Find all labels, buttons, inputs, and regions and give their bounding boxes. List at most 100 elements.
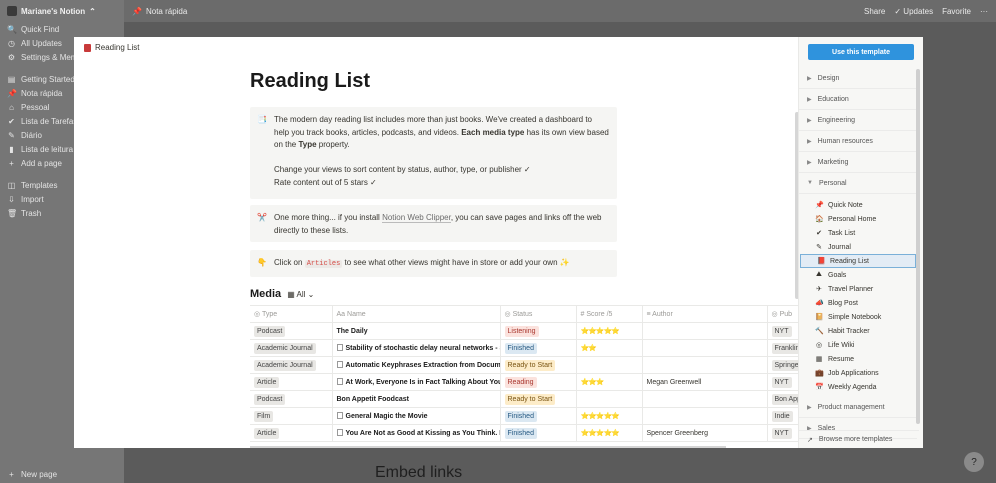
column-header-publisher[interactable]: ◎ Pub [767,305,801,323]
pointing-down-icon: 👇 [257,258,267,267]
column-header-author[interactable]: ≡ Author [642,305,768,323]
use-template-button[interactable]: Use this template [808,44,914,60]
status-cell[interactable]: Ready to Start [500,356,577,374]
status-cell[interactable]: Finished [500,339,577,357]
template-item-quick-note[interactable]: 📌 Quick Note [799,198,917,212]
template-item-blog-post[interactable]: 📣 Blog Post [799,296,917,310]
score-cell[interactable] [576,356,643,374]
publisher-cell[interactable]: Springer [767,356,801,374]
author-cell[interactable]: Megan Greenwell [642,373,768,391]
name-cell[interactable]: General Magic the Movie [332,407,501,425]
chevron-updown-icon: ⌃ [89,6,96,16]
template-item-life-wiki[interactable]: ◎ Life Wiki [799,338,917,352]
template-item-travel-planner[interactable]: ✈ Travel Planner [799,282,917,296]
column-header-type[interactable]: ◎ Type [250,305,333,323]
type-cell[interactable]: Academic Journal [250,339,333,357]
name-cell[interactable]: Stability of stochastic delay neural net… [332,339,501,357]
template-item-reading-list[interactable]: 📕 Reading List [800,254,916,268]
template-category-human-resources[interactable]: ▶ Human resources [799,131,917,152]
breadcrumb[interactable]: Nota rápida [146,7,187,16]
publisher-cell[interactable]: Bon Appetit [767,390,801,408]
template-category-personal[interactable]: ▼ Personal [799,173,917,194]
template-category-education[interactable]: ▶ Education [799,89,917,110]
workspace-switcher[interactable]: Mariane's Notion ⌃ [0,0,124,22]
status-cell[interactable]: Listening [500,322,577,340]
template-label: Job Applications [828,369,879,377]
status-cell[interactable]: Finished [500,424,577,442]
status-cell[interactable]: Finished [500,407,577,425]
more-button[interactable]: ··· [980,7,988,16]
name-text: You Are Not as Good at Kissing as You Th… [345,430,500,437]
table-horizontal-scrollbar[interactable] [250,446,726,448]
type-cell[interactable]: Article [250,424,333,442]
column-header-name[interactable]: Aa Name [332,305,501,323]
sidebar-page-label: Nota rápida [21,88,63,98]
sidebar-item-quick-find[interactable]: 🔍 Quick Find [0,22,124,36]
author-cell[interactable] [642,322,768,340]
table-row[interactable]: Film General Magic the Movie Finished ⭐⭐⭐⭐⭐… [250,407,801,425]
publisher-cell[interactable]: Franklin [767,339,801,357]
template-category-marketing[interactable]: ▶ Marketing [799,152,917,173]
name-cell[interactable]: You Are Not as Good at Kissing as You Th… [332,424,501,442]
browse-templates-link[interactable]: ↗ Browse more templates [799,430,919,448]
table-row[interactable]: Article At Work, Everyone Is in Fact Talk… [250,373,801,391]
help-button[interactable]: ? [964,452,984,472]
column-header-status[interactable]: ◎ Status [500,305,577,323]
template-item-habit-tracker[interactable]: 🔨 Habit Tracker [799,324,917,338]
author-cell[interactable] [642,407,768,425]
type-cell[interactable]: Film [250,407,333,425]
template-item-personal-home[interactable]: 🏠 Personal Home [799,212,917,226]
name-cell[interactable]: Automatic Keyphrases Extraction from Doc… [332,356,501,374]
name-cell[interactable]: At Work, Everyone Is in Fact Talking Abo… [332,373,501,391]
web-clipper-link[interactable]: Notion Web Clipper [382,213,451,223]
publisher-cell[interactable]: NYT [767,424,801,442]
type-cell[interactable]: Article [250,373,333,391]
status-cell[interactable]: Reading [500,373,577,391]
column-header-score[interactable]: # Score /5 [576,305,643,323]
publisher-cell[interactable]: NYT [767,322,801,340]
score-cell[interactable]: ⭐⭐⭐ [576,373,643,391]
score-cell[interactable]: ⭐⭐⭐⭐⭐ [576,424,643,442]
publisher-cell[interactable]: Indie [767,407,801,425]
name-cell[interactable]: The Daily [332,322,501,340]
template-list-scrollbar[interactable] [916,69,920,424]
name-cell[interactable]: Bon Appetit Foodcast [332,390,501,408]
table-row[interactable]: Podcast Bon Appetit Foodcast Ready to Star… [250,390,801,408]
favorite-button[interactable]: Favorite [942,7,971,16]
view-selector[interactable]: ▦ All ⌄ [287,290,314,299]
book-icon: 📕 [817,258,826,265]
author-cell[interactable] [642,339,768,357]
status-cell[interactable]: Ready to Start [500,390,577,408]
template-item-task-list[interactable]: ✔ Task List [799,226,917,240]
author-cell[interactable] [642,356,768,374]
type-cell[interactable]: Podcast [250,390,333,408]
template-category-design[interactable]: ▶ Design [799,68,917,89]
score-cell[interactable] [576,390,643,408]
star-rating: ⭐⭐⭐⭐⭐ [580,328,621,335]
score-cell[interactable]: ⭐⭐⭐⭐⭐ [576,322,643,340]
author-cell[interactable] [642,390,768,408]
author-cell[interactable]: Spencer Greenberg [642,424,768,442]
table-row[interactable]: Podcast The Daily Listening ⭐⭐⭐⭐⭐ NYT [250,322,801,340]
table-row[interactable]: Academic Journal Stability of stochastic … [250,339,801,357]
new-page-label: New page [21,469,58,479]
type-cell[interactable]: Podcast [250,322,333,340]
template-item-weekly-agenda[interactable]: 📅 Weekly Agenda [799,380,917,394]
type-cell[interactable]: Academic Journal [250,356,333,374]
template-item-goals[interactable]: ⛰ Goals [799,268,917,282]
publisher-cell[interactable]: NYT [767,373,801,391]
table-row[interactable]: Academic Journal Automatic Keyphrases Ext… [250,356,801,374]
table-row[interactable]: Article You Are Not as Good at Kissing as… [250,424,801,442]
template-item-resume[interactable]: ▦ Resume [799,352,917,366]
template-item-job-applications[interactable]: 💼 Job Applications [799,366,917,380]
template-category-engineering[interactable]: ▶ Engineering [799,110,917,131]
score-cell[interactable]: ⭐⭐ [576,339,643,357]
template-category-product-management[interactable]: ▶ Product management [799,397,917,418]
template-item-journal[interactable]: ✎ Journal [799,240,917,254]
updates-button[interactable]: ✓ Updates [894,7,933,16]
template-item-simple-notebook[interactable]: 📔 Simple Notebook [799,310,917,324]
score-cell[interactable]: ⭐⭐⭐⭐⭐ [576,407,643,425]
new-page-button[interactable]: + New page [0,467,124,481]
view-label: All [296,289,306,299]
share-button[interactable]: Share [864,7,885,16]
